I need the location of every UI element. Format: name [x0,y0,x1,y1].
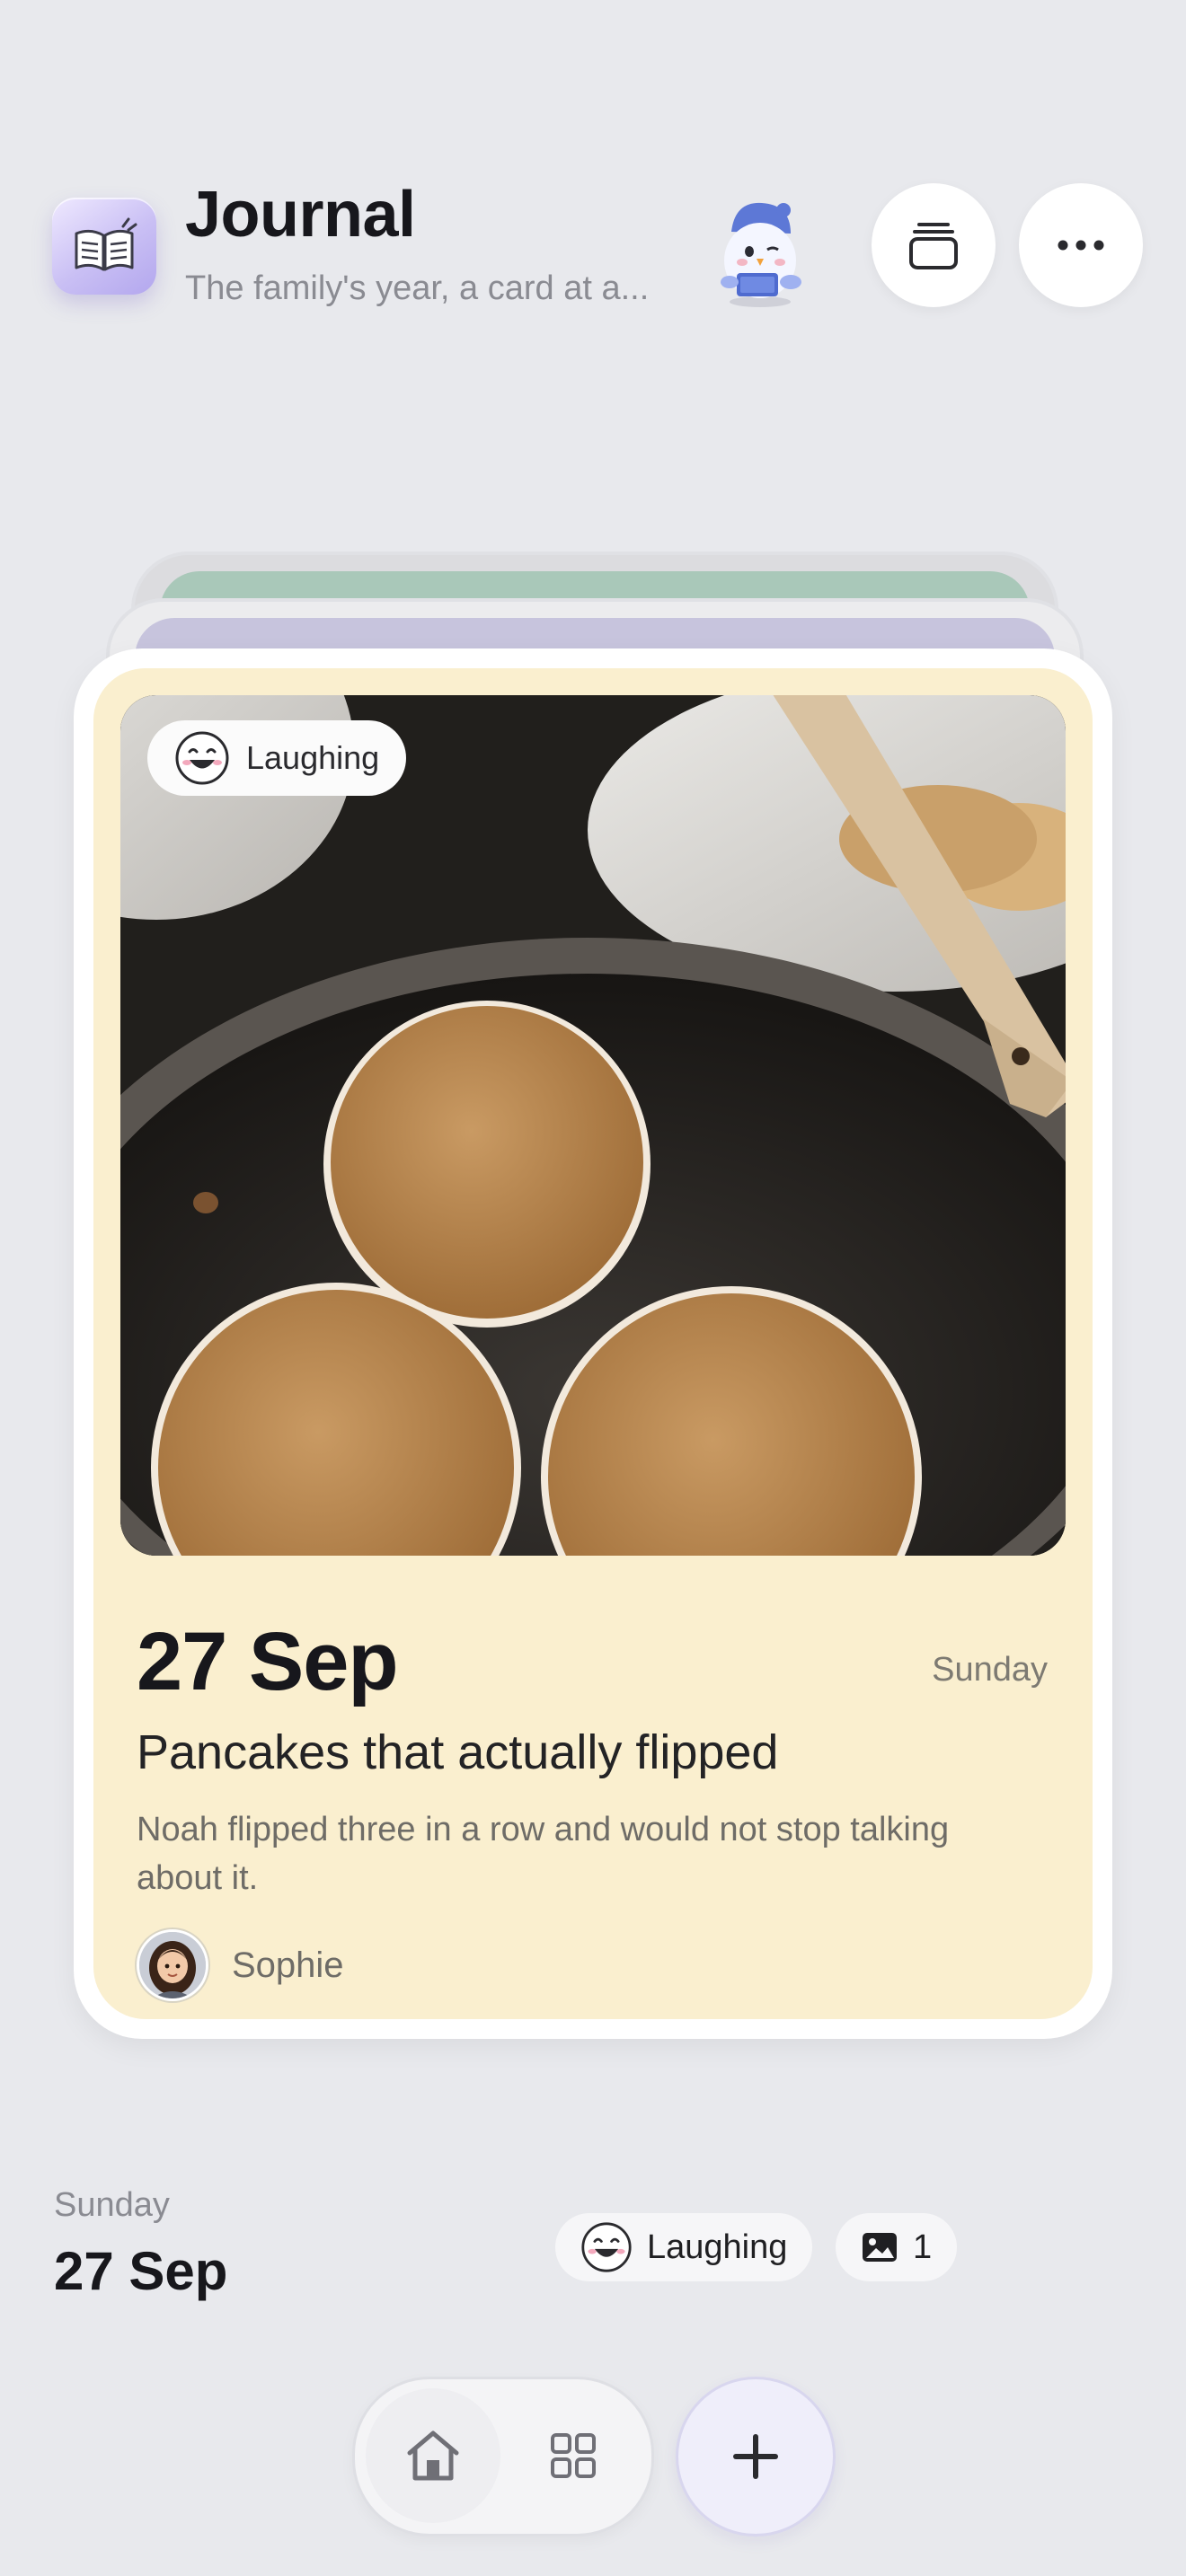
entry-weekday: Sunday [932,1651,1048,1689]
journal-entry-card[interactable]: Laughing 27 Sep Sunday Pancakes that act… [74,648,1112,2039]
card-stack-view-button[interactable] [872,183,996,307]
entry-photo-pancakes[interactable] [120,695,1066,1556]
grid-icon [551,2433,596,2478]
photo-count-badge[interactable]: 1 [836,2213,958,2281]
laughing-face-icon [175,731,229,785]
grid-view-button[interactable] [506,2388,641,2523]
summary-mood-badge[interactable]: Laughing [555,2213,813,2281]
journal-entry-card-body: Laughing 27 Sep Sunday Pancakes that act… [93,668,1093,2019]
more-icon [1058,240,1104,251]
page-title: Journal [185,179,416,251]
entry-date: 27 Sep [137,1616,399,1707]
mascot-bird-icon [704,196,816,311]
laughing-face-icon [581,2222,632,2272]
summary-mood-label: Laughing [647,2228,788,2266]
summary-date: 27 Sep [54,2241,228,2301]
app-logo [52,198,156,295]
book-icon [75,217,137,271]
home-icon [407,2430,459,2481]
home-tab-button[interactable] [366,2388,500,2523]
entry-title: Pancakes that actually flipped [137,1725,779,1779]
mood-chip-label: Laughing [246,739,380,776]
mood-chip[interactable]: Laughing [147,720,407,796]
summary-weekday: Sunday [54,2186,170,2224]
avatar [137,1929,208,2001]
more-options-button[interactable] [1019,183,1143,307]
page-subtitle: The family's year, a card at a... [185,269,650,307]
stack-icon [909,223,958,269]
add-entry-button[interactable] [676,2377,836,2536]
photo-count: 1 [913,2228,933,2266]
bottom-nav [352,2377,654,2536]
entry-author: Sophie [137,1929,344,2001]
image-icon [863,2233,897,2262]
plus-icon [733,2434,778,2479]
author-name: Sophie [232,1945,344,1985]
entry-body: Noah flipped three in a row and would no… [137,1811,950,1897]
